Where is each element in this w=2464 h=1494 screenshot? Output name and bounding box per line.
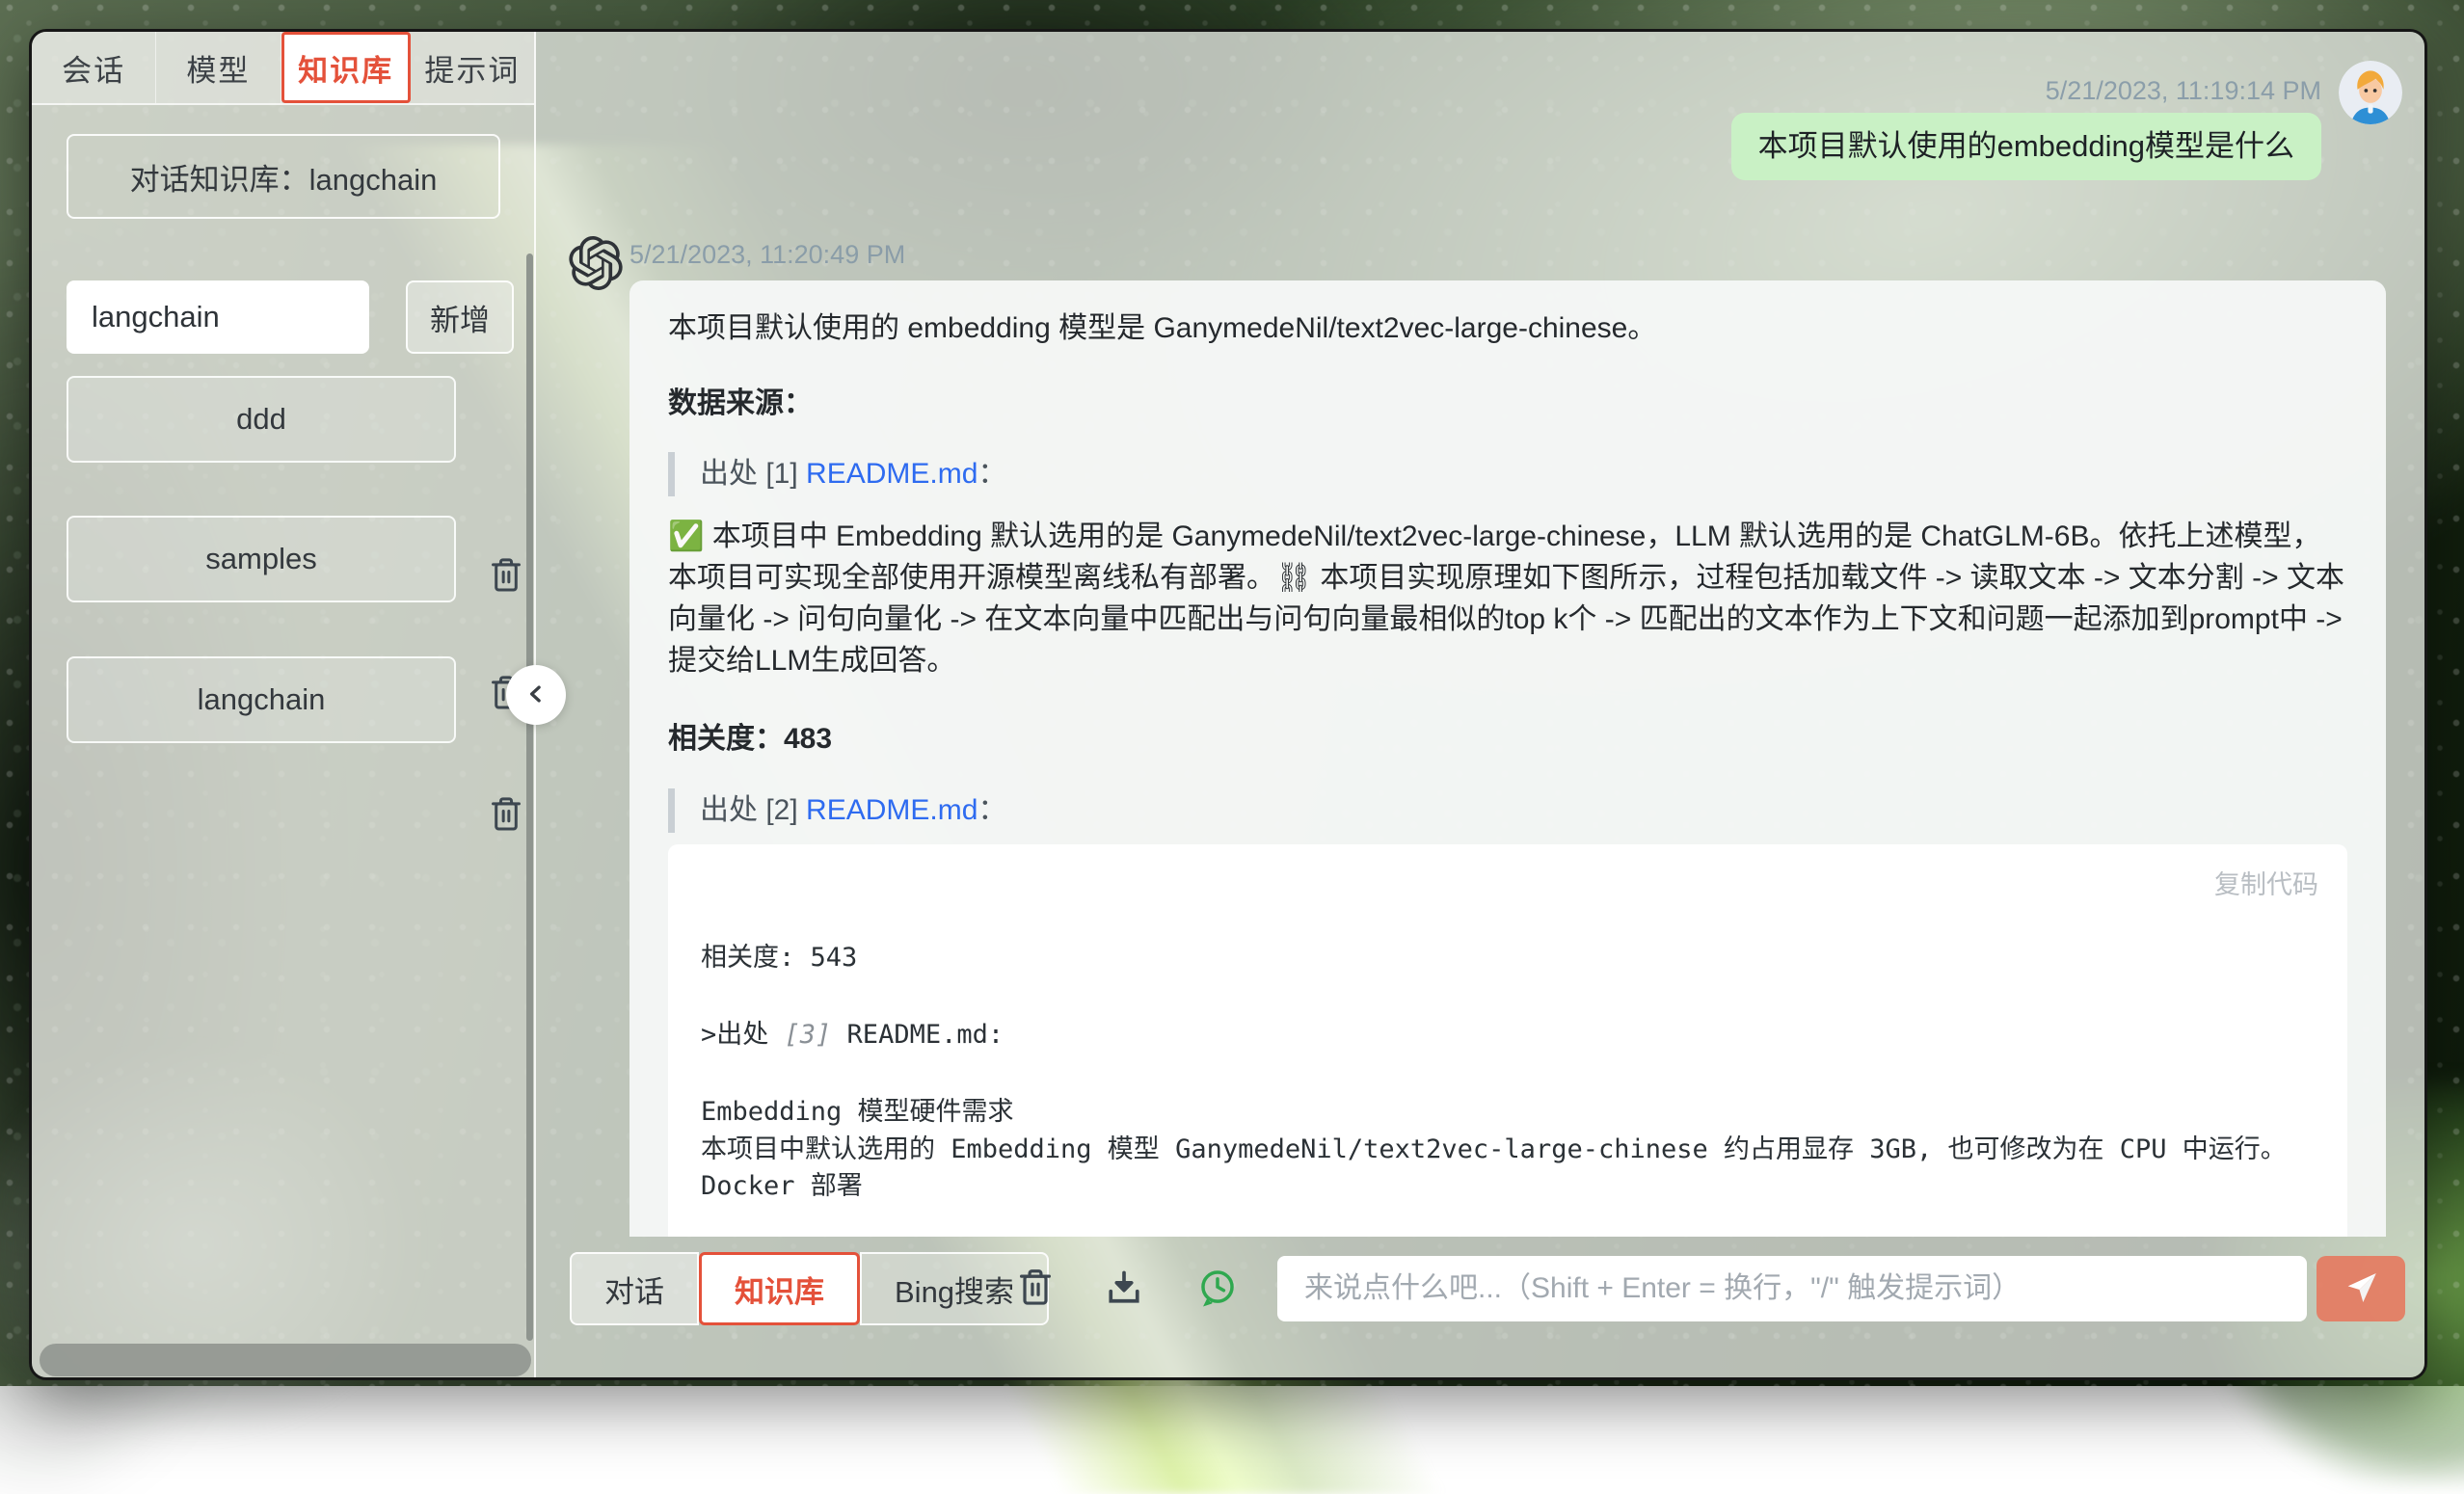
- tab-model[interactable]: 模型: [156, 32, 281, 103]
- source-excerpt-text: ✅ 本项目中 Embedding 默认选用的是 GanymedeNil/text…: [668, 516, 2347, 681]
- delete-kb-button[interactable]: [487, 794, 525, 837]
- source-suffix: ：: [978, 794, 1006, 826]
- code-block: 复制代码 相关度: 543 >出处 [3] README.md: Embeddi…: [668, 844, 2347, 1237]
- tab-session[interactable]: 会话: [32, 32, 156, 103]
- trash-icon: [488, 823, 524, 838]
- delete-kb-button[interactable]: [487, 555, 525, 598]
- openai-logo-icon: [569, 236, 623, 290]
- code-text: >出处: [701, 1020, 785, 1050]
- message-input[interactable]: [1277, 1256, 2307, 1321]
- mode-knowledge-base-button[interactable]: 知识库: [699, 1252, 860, 1325]
- add-kb-button[interactable]: 新增: [406, 280, 514, 354]
- user-message-timestamp: 5/21/2023, 11:19:14 PM: [2046, 76, 2321, 106]
- current-kb-label: 对话知识库：langchain: [67, 134, 500, 219]
- kb-item-samples[interactable]: samples: [67, 516, 456, 602]
- code-line: 相关度: 543: [701, 941, 2315, 975]
- user-message-bubble: 本项目默认使用的embedding模型是什么: [1731, 113, 2321, 180]
- kb-item-langchain[interactable]: langchain: [67, 656, 456, 743]
- code-line: >出处 [3] README.md:: [701, 1018, 2315, 1053]
- kb-item-ddd[interactable]: ddd: [67, 376, 456, 463]
- source-prefix: 出处 [2]: [700, 794, 806, 826]
- code-text: README.md:: [831, 1020, 1004, 1050]
- clear-messages-button[interactable]: [1012, 1266, 1058, 1312]
- source-quote-2: 出处 [2] README.md：: [668, 788, 2347, 833]
- code-ref: [3]: [785, 1020, 832, 1050]
- bot-message-bubble: 本项目默认使用的 embedding 模型是 GanymedeNil/text2…: [629, 280, 2386, 1237]
- tab-knowledge-base[interactable]: 知识库: [281, 32, 411, 103]
- mode-chat-button[interactable]: 对话: [570, 1252, 699, 1325]
- download-icon: [1103, 1297, 1145, 1312]
- data-source-heading: 数据来源：: [668, 385, 2347, 423]
- readme-link[interactable]: README.md: [806, 794, 978, 826]
- paper-plane-icon: [2342, 1268, 2380, 1310]
- answer-text: 本项目默认使用的 embedding 模型是 GanymedeNil/text2…: [668, 309, 2347, 348]
- user-avatar: [2339, 61, 2402, 124]
- sidebar-tabbar: 会话 模型 知识库 提示词: [32, 32, 534, 105]
- collapse-sidebar-button[interactable]: [506, 665, 566, 725]
- chat-history-button[interactable]: [1194, 1266, 1241, 1312]
- chat-area: 5/21/2023, 11:19:14 PM 本项目默认使用的embedding…: [536, 32, 2424, 1377]
- code-line: Embedding 模型硬件需求: [701, 1095, 2315, 1130]
- copy-code-button[interactable]: 复制代码: [2214, 864, 2318, 901]
- mode-switch-group: 对话 知识库 Bing搜索: [570, 1252, 1049, 1325]
- bot-message-timestamp: 5/21/2023, 11:20:49 PM: [629, 240, 905, 270]
- clock-history-icon: [1196, 1297, 1239, 1312]
- kb-name-input[interactable]: [67, 280, 369, 354]
- trash-icon: [1014, 1297, 1057, 1312]
- send-button[interactable]: [2317, 1256, 2405, 1321]
- sidebar-vertical-scrollbar[interactable]: [526, 253, 533, 1341]
- source-quote-1: 出处 [1] README.md：: [668, 452, 2347, 496]
- app-window: 会话 模型 知识库 提示词 对话知识库：langchain 新增 ddd sam…: [29, 29, 2427, 1380]
- source-suffix: ：: [978, 458, 1006, 490]
- relevance-score-1: 相关度：483: [668, 720, 2347, 759]
- code-line: 本项目中默认选用的 Embedding 模型 GanymedeNil/text2…: [701, 1132, 2315, 1205]
- sidebar: 会话 模型 知识库 提示词 对话知识库：langchain 新增 ddd sam…: [32, 32, 536, 1377]
- tab-prompt[interactable]: 提示词: [411, 32, 534, 103]
- export-download-button[interactable]: [1101, 1266, 1147, 1312]
- sidebar-horizontal-scrollbar[interactable]: [40, 1344, 531, 1376]
- chevron-left-icon: [522, 680, 550, 711]
- message-scroll-region[interactable]: 5/21/2023, 11:19:14 PM 本项目默认使用的embedding…: [536, 32, 2424, 1237]
- composer-bar: 对话 知识库 Bing搜索: [536, 1252, 2424, 1325]
- trash-icon: [488, 584, 524, 599]
- readme-link[interactable]: README.md: [806, 458, 978, 490]
- source-prefix: 出处 [1]: [700, 458, 806, 490]
